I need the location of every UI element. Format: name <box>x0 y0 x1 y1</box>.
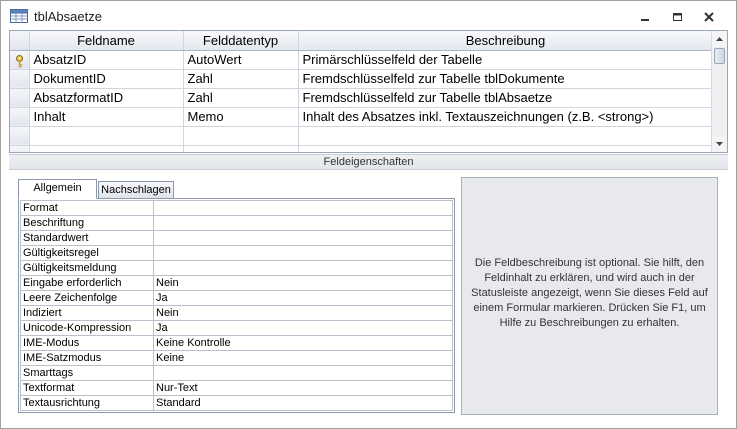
property-name: Smarttags <box>20 365 154 381</box>
row-selector[interactable] <box>10 145 30 152</box>
field-name-cell[interactable]: AbsatzformatID <box>29 88 184 108</box>
field-type-cell[interactable]: Zahl <box>183 88 299 108</box>
property-row[interactable]: IME-Satzmodus Keine <box>20 350 453 366</box>
scroll-thumb[interactable] <box>714 48 725 64</box>
field-name-cell[interactable]: Inhalt <box>29 107 184 127</box>
property-name: Standardwert <box>20 230 154 246</box>
property-row[interactable]: Smarttags <box>20 365 453 381</box>
property-row[interactable]: Format <box>20 200 453 216</box>
column-header-fieldname[interactable]: Feldname <box>29 31 184 51</box>
field-description-cell[interactable]: Inhalt des Absatzes inkl. Textauszeichnu… <box>298 107 714 127</box>
property-name: Unicode-Kompression <box>20 320 154 336</box>
field-description-cell[interactable]: Fremdschlüsselfeld zur Tabelle tblDokume… <box>298 69 714 89</box>
field-name-cell[interactable]: AbsatzID <box>29 50 184 70</box>
help-panel: Die Feldbeschreibung ist optional. Sie h… <box>461 177 718 415</box>
header-corner[interactable] <box>10 31 30 51</box>
minimize-icon[interactable] <box>634 9 656 25</box>
row-selector[interactable] <box>10 88 30 108</box>
empty-row[interactable] <box>10 145 714 152</box>
property-value[interactable] <box>153 245 453 261</box>
property-row[interactable]: Textformat Nur-Text <box>20 380 453 396</box>
primary-key-icon <box>15 54 23 67</box>
table-row[interactable]: DokumentID Zahl Fremdschlüsselfeld zur T… <box>10 69 714 89</box>
property-row[interactable]: Eingabe erforderlich Nein <box>20 275 453 291</box>
property-value[interactable]: Nein <box>153 305 453 321</box>
property-value[interactable]: Ja <box>153 320 453 336</box>
property-value[interactable]: Keine Kontrolle <box>153 335 453 351</box>
property-name: Eingabe erforderlich <box>20 275 154 291</box>
field-type-cell[interactable] <box>183 126 299 146</box>
property-name: Format <box>20 200 154 216</box>
property-value[interactable] <box>153 215 453 231</box>
row-selector[interactable] <box>10 107 30 127</box>
row-selector[interactable] <box>10 69 30 89</box>
property-row[interactable]: Beschriftung <box>20 215 453 231</box>
property-name: Beschriftung <box>20 215 154 231</box>
field-type-cell[interactable]: Zahl <box>183 69 299 89</box>
column-header-description[interactable]: Beschreibung <box>298 31 714 51</box>
empty-row[interactable] <box>10 126 714 146</box>
property-row[interactable]: IME-Modus Keine Kontrolle <box>20 335 453 351</box>
vertical-scrollbar[interactable] <box>711 31 727 152</box>
property-name: Textausrichtung <box>20 395 154 411</box>
property-row[interactable]: Unicode-Kompression Ja <box>20 320 453 336</box>
table-row[interactable]: AbsatzformatID Zahl Fremdschlüsselfeld z… <box>10 88 714 108</box>
property-row[interactable]: Textausrichtung Standard <box>20 395 453 411</box>
table-design-window: tblAbsaetze Feldname Felddatentyp Beschr… <box>0 0 737 429</box>
tab-lookup[interactable]: Nachschlagen <box>98 181 174 199</box>
property-value[interactable]: Standard <box>153 395 453 411</box>
field-name-cell[interactable]: DokumentID <box>29 69 184 89</box>
scroll-up-icon[interactable] <box>712 31 727 47</box>
field-grid: Feldname Felddatentyp Beschreibung Absat… <box>9 30 728 153</box>
property-row[interactable]: Gültigkeitsmeldung <box>20 260 453 276</box>
property-row[interactable]: Leere Zeichenfolge Ja <box>20 290 453 306</box>
close-icon[interactable] <box>698 9 720 25</box>
field-type-cell[interactable]: Memo <box>183 107 299 127</box>
row-selector[interactable] <box>10 126 30 146</box>
property-name: Gültigkeitsmeldung <box>20 260 154 276</box>
property-value[interactable]: Keine <box>153 350 453 366</box>
scroll-down-icon[interactable] <box>712 136 727 152</box>
property-name: Textformat <box>20 380 154 396</box>
field-type-cell[interactable] <box>183 145 299 152</box>
field-description-cell[interactable]: Primärschlüsselfeld der Tabelle <box>298 50 714 70</box>
title-bar[interactable]: tblAbsaetze <box>1 1 736 30</box>
grid-header-row: Feldname Felddatentyp Beschreibung <box>10 31 714 51</box>
table-icon <box>10 9 28 23</box>
property-name: IME-Satzmodus <box>20 350 154 366</box>
field-properties-label: Feldeigenschaften <box>9 154 728 170</box>
property-value[interactable] <box>153 365 453 381</box>
property-value[interactable] <box>153 260 453 276</box>
property-name: Indiziert <box>20 305 154 321</box>
property-row[interactable]: Indiziert Nein <box>20 305 453 321</box>
property-name: Leere Zeichenfolge <box>20 290 154 306</box>
field-name-cell[interactable] <box>29 145 184 152</box>
property-value[interactable] <box>153 200 453 216</box>
property-name: IME-Modus <box>20 335 154 351</box>
property-name: Gültigkeitsregel <box>20 245 154 261</box>
property-row[interactable]: Standardwert <box>20 230 453 246</box>
window-title: tblAbsaetze <box>34 9 102 24</box>
field-type-cell[interactable]: AutoWert <box>183 50 299 70</box>
help-text: Die Feldbeschreibung ist optional. Sie h… <box>471 257 708 329</box>
property-value[interactable]: Ja <box>153 290 453 306</box>
field-description-cell[interactable] <box>298 126 714 146</box>
table-row[interactable]: AbsatzID AutoWert Primärschlüsselfeld de… <box>10 50 714 70</box>
maximize-icon[interactable] <box>666 9 688 25</box>
field-name-cell[interactable] <box>29 126 184 146</box>
property-value[interactable]: Nein <box>153 275 453 291</box>
tab-general[interactable]: Allgemein <box>18 179 97 199</box>
property-sheet: Format Beschriftung Standardwert Gültigk… <box>18 198 455 413</box>
column-header-datatype[interactable]: Felddatentyp <box>183 31 299 51</box>
field-description-cell[interactable]: Fremdschlüsselfeld zur Tabelle tblAbsaet… <box>298 88 714 108</box>
field-description-cell[interactable] <box>298 145 714 152</box>
property-value[interactable]: Nur-Text <box>153 380 453 396</box>
property-row[interactable]: Gültigkeitsregel <box>20 245 453 261</box>
property-value[interactable] <box>153 230 453 246</box>
table-row[interactable]: Inhalt Memo Inhalt des Absatzes inkl. Te… <box>10 107 714 127</box>
row-selector[interactable] <box>10 50 30 70</box>
